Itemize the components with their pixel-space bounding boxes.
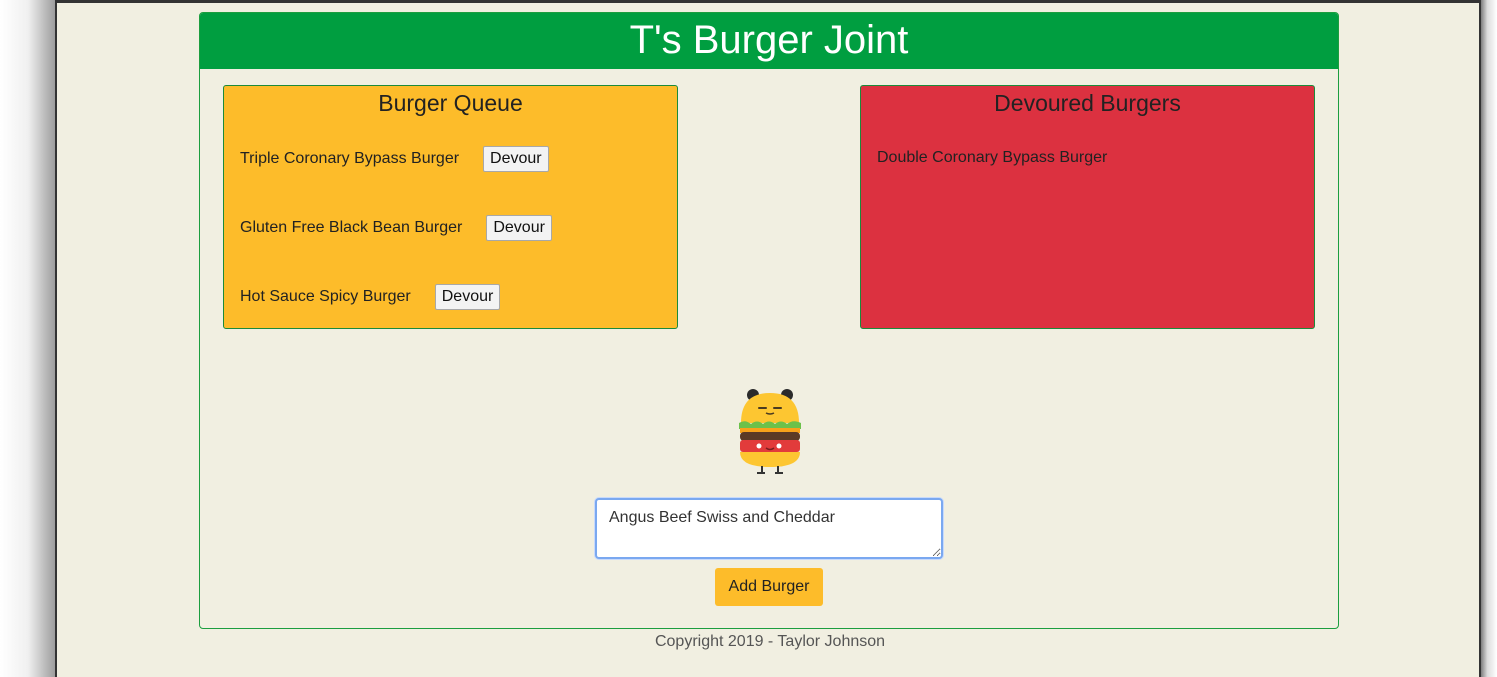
- burger-name: Hot Sauce Spicy Burger: [240, 288, 411, 305]
- app-window: T's Burger Joint Burger Queue Triple Cor…: [55, 0, 1481, 677]
- add-burger-button[interactable]: Add Burger: [715, 568, 823, 606]
- window-shadow: [1481, 0, 1497, 677]
- burger-mascot-icon: [719, 375, 821, 475]
- burger-name-input[interactable]: Angus Beef Swiss and Cheddar: [595, 498, 943, 559]
- burger-name: Double Coronary Bypass Burger: [877, 149, 1108, 166]
- list-item: Double Coronary Bypass Burger: [877, 149, 1107, 167]
- list-item: Hot Sauce Spicy Burger Devour: [240, 284, 501, 310]
- burger-name: Triple Coronary Bypass Burger: [240, 150, 460, 167]
- list-item: Gluten Free Black Bean Burger Devour: [240, 215, 552, 241]
- window-shadow: [0, 0, 56, 677]
- burger-queue-title: Burger Queue: [378, 90, 523, 116]
- page-title: T's Burger Joint: [200, 13, 1338, 69]
- devour-button[interactable]: Devour: [483, 146, 549, 172]
- devoured-burgers-panel: Devoured Burgers Double Coronary Bypass …: [860, 85, 1315, 329]
- burger-name: Gluten Free Black Bean Burger: [240, 219, 463, 236]
- devour-button[interactable]: Devour: [434, 284, 501, 310]
- burger-queue-panel: Burger Queue Triple Coronary Bypass Burg…: [223, 85, 678, 329]
- copyright-footer: Copyright 2019 - Taylor Johnson: [654, 633, 886, 650]
- list-item: Triple Coronary Bypass Burger Devour: [240, 146, 549, 172]
- devour-button[interactable]: Devour: [486, 215, 552, 241]
- main-card: T's Burger Joint Burger Queue Triple Cor…: [199, 12, 1339, 629]
- devoured-burgers-title: Devoured Burgers: [994, 90, 1181, 116]
